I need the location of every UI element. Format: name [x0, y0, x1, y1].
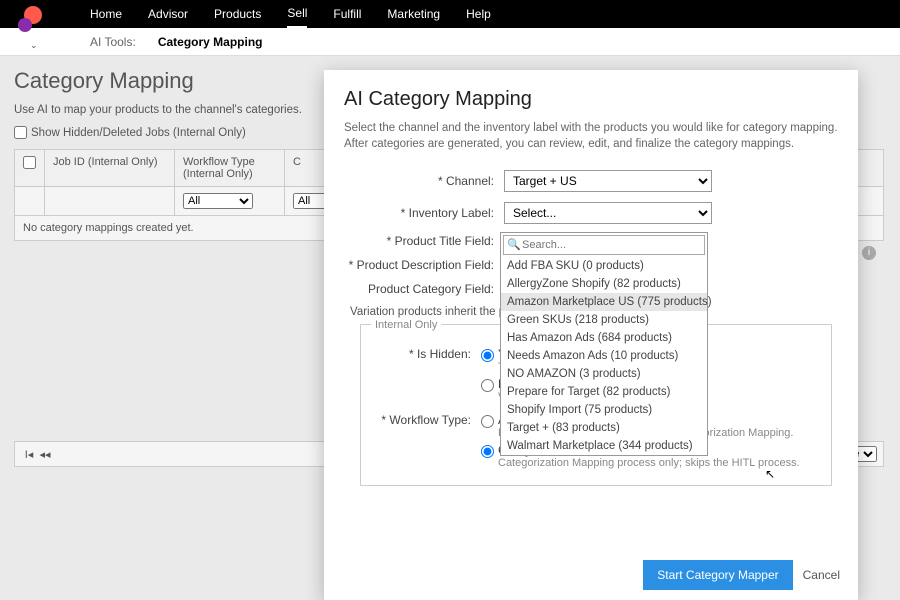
nav-sell[interactable]: Sell [287, 0, 307, 28]
nav-fulfill[interactable]: Fulfill [333, 1, 361, 27]
app-logo[interactable] [18, 6, 46, 34]
is-hidden-label: * Is Hidden: [371, 347, 481, 407]
workflow-categorization-hint: Categorization Mapping process only; ski… [498, 457, 800, 469]
subnav-label: AI Tools: [90, 35, 136, 49]
search-icon: 🔍 [507, 238, 521, 251]
product-description-label: Product Description Field: [344, 258, 504, 272]
col-workflow[interactable]: Workflow Type (Internal Only) [175, 150, 285, 187]
modal-footer: Start Category Mapper Cancel [643, 560, 840, 590]
modal-title: AI Category Mapping [344, 88, 838, 111]
nav-products[interactable]: Products [214, 1, 261, 27]
dropdown-option[interactable]: Walmart Marketplace (344 products) [501, 437, 707, 455]
col-job-id[interactable]: Job ID (Internal Only) [45, 150, 175, 187]
show-hidden-checkbox[interactable] [14, 126, 27, 139]
dropdown-option[interactable]: NO AMAZON (3 products) [501, 365, 707, 383]
pager-first-icon[interactable]: I◂ [21, 448, 37, 461]
nav-help[interactable]: Help [466, 1, 491, 27]
top-nav: Home Advisor Products Sell Fulfill Marke… [0, 0, 900, 28]
nav-marketing[interactable]: Marketing [387, 1, 440, 27]
select-all-checkbox[interactable] [23, 156, 36, 169]
dropdown-option[interactable]: Needs Amazon Ads (10 products) [501, 347, 707, 365]
workflow-type-label: * Workflow Type: [371, 413, 481, 473]
product-title-label: Product Title Field: [344, 234, 504, 248]
is-hidden-yes-radio[interactable] [481, 349, 494, 362]
workflow-categorization-radio[interactable] [481, 445, 494, 458]
dropdown-option[interactable]: Amazon Marketplace US (775 products) [501, 293, 707, 311]
inventory-label-dropdown[interactable]: 🔍 Add FBA SKU (0 products) AllergyZone S… [500, 232, 708, 456]
nav-advisor[interactable]: Advisor [148, 1, 188, 27]
workflow-annotation-radio[interactable] [481, 415, 494, 428]
dropdown-option[interactable]: Target + (83 products) [501, 419, 707, 437]
sub-nav: AI Tools: Category Mapping [0, 28, 900, 56]
start-category-mapper-button[interactable]: Start Category Mapper [643, 560, 792, 590]
inventory-label-label: Inventory Label: [344, 206, 504, 220]
nav-home[interactable]: Home [90, 1, 122, 27]
dropdown-option[interactable]: Add FBA SKU (0 products) [501, 257, 707, 275]
dropdown-option[interactable]: Has Amazon Ads (684 products) [501, 329, 707, 347]
dropdown-option[interactable]: AllergyZone Shopify (82 products) [501, 275, 707, 293]
pager-prev-icon[interactable]: ◂◂ [37, 448, 53, 461]
inventory-label-select[interactable]: Select... [504, 202, 712, 224]
logo-menu-caret[interactable]: ⌄ [30, 40, 38, 51]
show-hidden-label: Show Hidden/Deleted Jobs (Internal Only) [31, 127, 246, 139]
dropdown-option[interactable]: Shopify Import (75 products) [501, 401, 707, 419]
subnav-value[interactable]: Category Mapping [158, 35, 263, 49]
cancel-button[interactable]: Cancel [803, 568, 840, 582]
channel-select[interactable]: Target + US [504, 170, 712, 192]
dropdown-search-input[interactable] [503, 235, 705, 255]
filter-workflow[interactable]: All [183, 193, 253, 209]
category-mapping-modal: AI Category Mapping Select the channel a… [324, 70, 858, 600]
product-category-label: Product Category Field: [344, 282, 504, 296]
is-hidden-no-radio[interactable] [481, 379, 494, 392]
modal-description: Select the channel and the inventory lab… [344, 121, 838, 152]
info-icon[interactable]: i [862, 246, 876, 260]
dropdown-list: Add FBA SKU (0 products) AllergyZone Sho… [501, 257, 707, 455]
channel-label: Channel: [344, 174, 504, 188]
dropdown-option[interactable]: Green SKUs (218 products) [501, 311, 707, 329]
internal-legend: Internal Only [371, 319, 441, 331]
dropdown-option[interactable]: Prepare for Target (82 products) [501, 383, 707, 401]
